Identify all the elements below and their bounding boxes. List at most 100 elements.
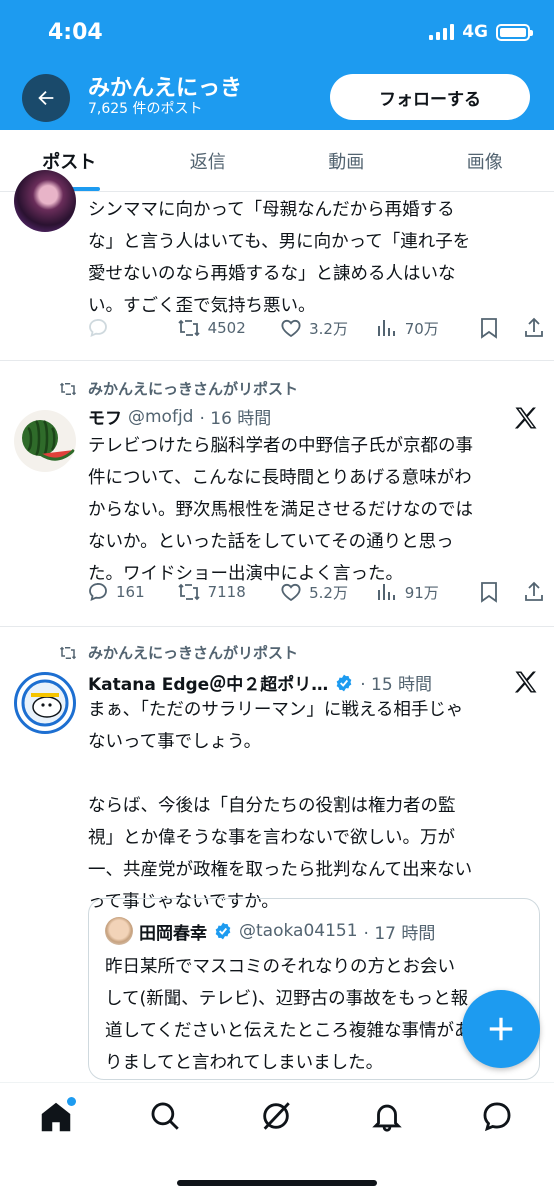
follow-button[interactable]: フォローする xyxy=(330,74,530,120)
bookmark-button[interactable] xyxy=(478,580,522,604)
profile-header: 4:04 4G みかんえにっき 7,625 件のポスト フォローする xyxy=(0,0,554,130)
reply-count: 161 xyxy=(116,583,145,601)
nav-home[interactable] xyxy=(38,1097,76,1135)
tab-replies[interactable]: 返信 xyxy=(139,130,278,191)
handle[interactable]: @mofjd xyxy=(128,407,193,427)
avatar xyxy=(105,917,133,945)
status-icons: 4G xyxy=(429,22,533,42)
tweet-line: な」と言う人はいても、男に向かって「連れ子を xyxy=(88,232,471,252)
reply-icon xyxy=(89,318,107,338)
tweet-line: 愛せないのなら再婚するな」と諌める人はいな xyxy=(88,264,456,284)
share-icon xyxy=(525,581,543,601)
compose-button[interactable] xyxy=(462,990,540,1068)
share-icon xyxy=(525,317,543,337)
quote-handle: @taoka04151 xyxy=(239,921,358,941)
repost-count: 4502 xyxy=(207,319,246,337)
views-button[interactable]: 91万 xyxy=(375,580,479,604)
tweet-line: 件について、こんなに長時間とりあげる意味がわ xyxy=(88,468,472,488)
notification-dot xyxy=(67,1097,76,1106)
repost-icon xyxy=(177,583,200,601)
views-icon xyxy=(377,320,395,336)
repost-button[interactable]: 4502 xyxy=(176,316,280,340)
like-count: 3.2万 xyxy=(309,319,348,338)
search-icon xyxy=(151,1102,179,1130)
reply-button[interactable] xyxy=(86,316,176,340)
tweet-line: ならば、今後は「自分たちの役割は権力者の監 xyxy=(88,796,456,816)
repost-label: みかんえにっきさんがリポスト xyxy=(88,644,299,662)
view-count: 91万 xyxy=(404,583,439,602)
repost-button[interactable]: 7118 xyxy=(176,580,280,604)
reply-button[interactable]: 161 xyxy=(86,580,176,604)
nav-notifications[interactable] xyxy=(370,1099,406,1135)
bookmark-icon xyxy=(481,582,498,603)
repost-icon xyxy=(59,382,77,395)
view-count: 70万 xyxy=(404,319,439,338)
tweet-line: 一、共産党が政権を取ったら批判なんて出来ない xyxy=(88,860,473,880)
heart-icon xyxy=(281,583,301,602)
timestamp: · 16 時間 xyxy=(199,409,272,429)
verified-badge-icon xyxy=(336,674,352,691)
tweet-header: Katana Edge＠中２超ポリ… · 15 時間 xyxy=(88,670,432,695)
like-button[interactable]: 3.2万 xyxy=(279,316,375,340)
home-indicator xyxy=(177,1180,377,1186)
profile-tabs: ポスト 返信 動画 画像 xyxy=(0,130,554,192)
avatar[interactable] xyxy=(14,170,76,232)
share-button[interactable] xyxy=(522,580,546,604)
tweet-actions: 4502 3.2万 70万 xyxy=(86,316,546,340)
x-logo-icon xyxy=(512,668,540,696)
nav-search[interactable] xyxy=(148,1099,184,1135)
network-label: 4G xyxy=(462,22,488,42)
status-time: 4:04 xyxy=(48,20,103,45)
tweet-header: モフ @mofjd · 16 時間 xyxy=(88,404,272,430)
tweet-line: テレビつけたら脳科学者の中野信子氏が京都の事 xyxy=(88,436,473,456)
views-button[interactable]: 70万 xyxy=(375,316,479,340)
verified-badge-icon xyxy=(215,922,231,940)
bookmark-icon xyxy=(481,318,498,339)
tab-images[interactable]: 画像 xyxy=(416,130,554,191)
repost-icon xyxy=(177,319,200,337)
timestamp: · 15 時間 xyxy=(360,675,433,695)
avatar[interactable] xyxy=(14,410,76,472)
display-name[interactable]: モフ xyxy=(88,404,122,429)
tab-videos[interactable]: 動画 xyxy=(277,130,416,191)
nav-grok[interactable] xyxy=(259,1099,295,1135)
tweet-actions: 161 7118 5.2万 91万 xyxy=(86,580,546,604)
post-count: 7,625 件のポスト xyxy=(88,101,203,117)
quote-timestamp: · 17 時間 xyxy=(363,923,436,944)
bookmark-button[interactable] xyxy=(478,316,522,340)
back-button[interactable] xyxy=(22,74,70,122)
display-name[interactable]: Katana Edge＠中２超ポリ… xyxy=(88,670,328,695)
bell-icon xyxy=(372,1104,402,1132)
signal-icon xyxy=(429,24,455,40)
plus-icon xyxy=(489,1017,513,1041)
like-count: 5.2万 xyxy=(309,583,348,602)
repost-indicator: みかんえにっきさんがリポスト xyxy=(58,642,298,663)
repost-label: みかんえにっきさんがリポスト xyxy=(88,380,299,398)
quote-line: 昨日某所でマスコミのそれなりの方とお会い xyxy=(105,957,455,977)
battery-icon xyxy=(496,23,533,41)
views-icon xyxy=(377,584,395,600)
reply-icon xyxy=(89,582,107,602)
katana-edge-avatar xyxy=(21,679,69,727)
messages-icon xyxy=(483,1102,511,1132)
divider xyxy=(0,360,554,361)
grok-icon xyxy=(263,1102,290,1130)
repost-icon xyxy=(59,646,77,659)
watermelon-avatar xyxy=(22,420,76,461)
tweet-line: ないか。といった話をしていてその通りと思っ xyxy=(88,532,454,552)
quote-header: 田岡春幸 @taoka04151 · 17 時間 xyxy=(105,917,435,945)
share-button[interactable] xyxy=(522,316,546,340)
tweet-line: ないって事でしょう。 xyxy=(88,732,262,752)
nav-messages[interactable] xyxy=(480,1099,516,1135)
like-button[interactable]: 5.2万 xyxy=(279,580,375,604)
x-logo-icon xyxy=(512,404,540,432)
tweet-line: からない。野次馬根性を満足させるだけなのでは xyxy=(88,500,473,520)
tweet-line: まぁ、「ただのサラリーマン」に戦える相手じゃ xyxy=(88,700,464,720)
heart-icon xyxy=(281,319,301,338)
tweet-line: シンママに向かって「母親なんだから再婚する xyxy=(88,200,455,220)
repost-count: 7118 xyxy=(207,583,246,601)
avatar[interactable] xyxy=(14,672,76,734)
quote-display-name: 田岡春幸 xyxy=(139,923,207,944)
divider xyxy=(0,626,554,627)
arrow-left-icon xyxy=(38,90,54,106)
